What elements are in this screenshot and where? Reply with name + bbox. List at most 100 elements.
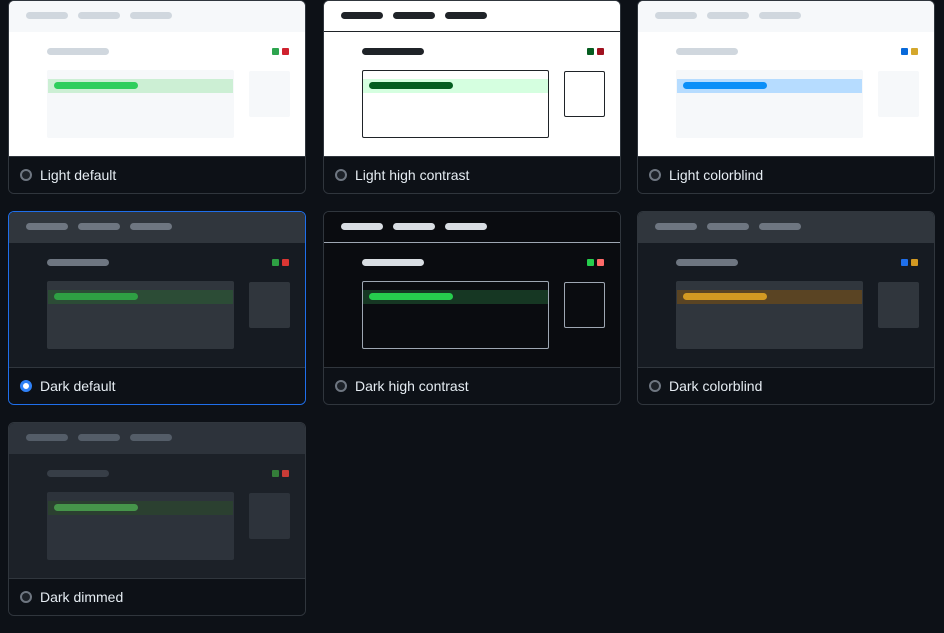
preview-heading (676, 48, 738, 55)
preview-panel (47, 492, 234, 560)
preview-header (324, 1, 620, 32)
preview-highlight-row (677, 79, 862, 93)
nav-placeholder (26, 223, 68, 230)
theme-preview (9, 1, 305, 157)
preview-highlight-pill (369, 82, 453, 89)
nav-placeholder (393, 223, 435, 230)
nav-placeholder (445, 12, 487, 19)
preview-sidebar (878, 71, 919, 117)
preview-header (638, 1, 934, 32)
nav-placeholder (26, 12, 68, 19)
preview-header (638, 212, 934, 243)
theme-preview (638, 1, 934, 157)
preview-highlight-row (48, 501, 233, 515)
success-swatch (272, 259, 279, 266)
theme-label-row[interactable]: Light high contrast (324, 156, 620, 193)
preview-sidebar (564, 282, 605, 328)
success-swatch (587, 48, 594, 55)
success-swatch (901, 259, 908, 266)
nav-placeholder (341, 223, 383, 230)
preview-panel (362, 281, 549, 349)
preview-header (9, 212, 305, 243)
preview-sidebar (249, 493, 290, 539)
nav-placeholder (130, 12, 172, 19)
preview-panel (47, 70, 234, 138)
preview-panel (676, 70, 863, 138)
radio-button[interactable] (649, 169, 661, 181)
radio-button[interactable] (20, 591, 32, 603)
nav-placeholder (655, 12, 697, 19)
nav-placeholder (26, 434, 68, 441)
theme-preview (324, 1, 620, 157)
theme-label-row[interactable]: Light default (9, 156, 305, 193)
preview-highlight-pill (683, 82, 767, 89)
nav-placeholder (707, 12, 749, 19)
preview-panel (47, 281, 234, 349)
theme-label-row[interactable]: Dark default (9, 367, 305, 404)
nav-placeholder (759, 223, 801, 230)
nav-placeholder (78, 223, 120, 230)
nav-placeholder (78, 434, 120, 441)
preview-panel (362, 70, 549, 138)
preview-header (9, 1, 305, 32)
theme-option-light-high-contrast[interactable]: Light high contrast (323, 0, 621, 194)
theme-option-dark-high-contrast[interactable]: Dark high contrast (323, 211, 621, 405)
preview-header (324, 212, 620, 243)
preview-sidebar (249, 282, 290, 328)
theme-option-light-default[interactable]: Light default (8, 0, 306, 194)
preview-highlight-row (677, 290, 862, 304)
preview-highlight-pill (54, 504, 138, 511)
theme-label: Light high contrast (355, 167, 470, 183)
preview-heading (47, 48, 109, 55)
danger-swatch (282, 470, 289, 477)
theme-option-light-colorblind[interactable]: Light colorblind (637, 0, 935, 194)
preview-sidebar (249, 71, 290, 117)
theme-label: Dark default (40, 378, 116, 394)
theme-label: Dark colorblind (669, 378, 763, 394)
preview-panel (676, 281, 863, 349)
preview-sidebar (564, 71, 605, 117)
nav-placeholder (78, 12, 120, 19)
preview-highlight-row (48, 79, 233, 93)
theme-preview (638, 212, 934, 368)
theme-label-row[interactable]: Light colorblind (638, 156, 934, 193)
radio-button[interactable] (20, 169, 32, 181)
success-swatch (587, 259, 594, 266)
nav-placeholder (393, 12, 435, 19)
preview-highlight-pill (54, 293, 138, 300)
radio-button[interactable] (20, 380, 32, 392)
theme-label: Dark high contrast (355, 378, 469, 394)
danger-swatch (911, 48, 918, 55)
danger-swatch (282, 48, 289, 55)
success-swatch (272, 48, 279, 55)
preview-highlight-row (363, 79, 548, 93)
theme-preview (9, 212, 305, 368)
theme-label-row[interactable]: Dark colorblind (638, 367, 934, 404)
theme-option-dark-default[interactable]: Dark default (8, 211, 306, 405)
preview-header (9, 423, 305, 454)
theme-label: Light colorblind (669, 167, 764, 183)
radio-button[interactable] (335, 169, 347, 181)
preview-heading (47, 259, 109, 266)
nav-placeholder (130, 223, 172, 230)
preview-highlight-pill (54, 82, 138, 89)
theme-preview (9, 423, 305, 579)
danger-swatch (597, 48, 604, 55)
preview-heading (676, 259, 738, 266)
preview-heading (362, 259, 424, 266)
preview-heading (362, 48, 424, 55)
theme-label-row[interactable]: Dark high contrast (324, 367, 620, 404)
danger-swatch (597, 259, 604, 266)
theme-option-dark-colorblind[interactable]: Dark colorblind (637, 211, 935, 405)
nav-placeholder (130, 434, 172, 441)
nav-placeholder (759, 12, 801, 19)
theme-label-row[interactable]: Dark dimmed (9, 578, 305, 615)
nav-placeholder (445, 223, 487, 230)
radio-button[interactable] (335, 380, 347, 392)
preview-heading (47, 470, 109, 477)
radio-button[interactable] (649, 380, 661, 392)
theme-label: Light default (40, 167, 117, 183)
success-swatch (901, 48, 908, 55)
theme-option-dark-dimmed[interactable]: Dark dimmed (8, 422, 306, 616)
danger-swatch (911, 259, 918, 266)
